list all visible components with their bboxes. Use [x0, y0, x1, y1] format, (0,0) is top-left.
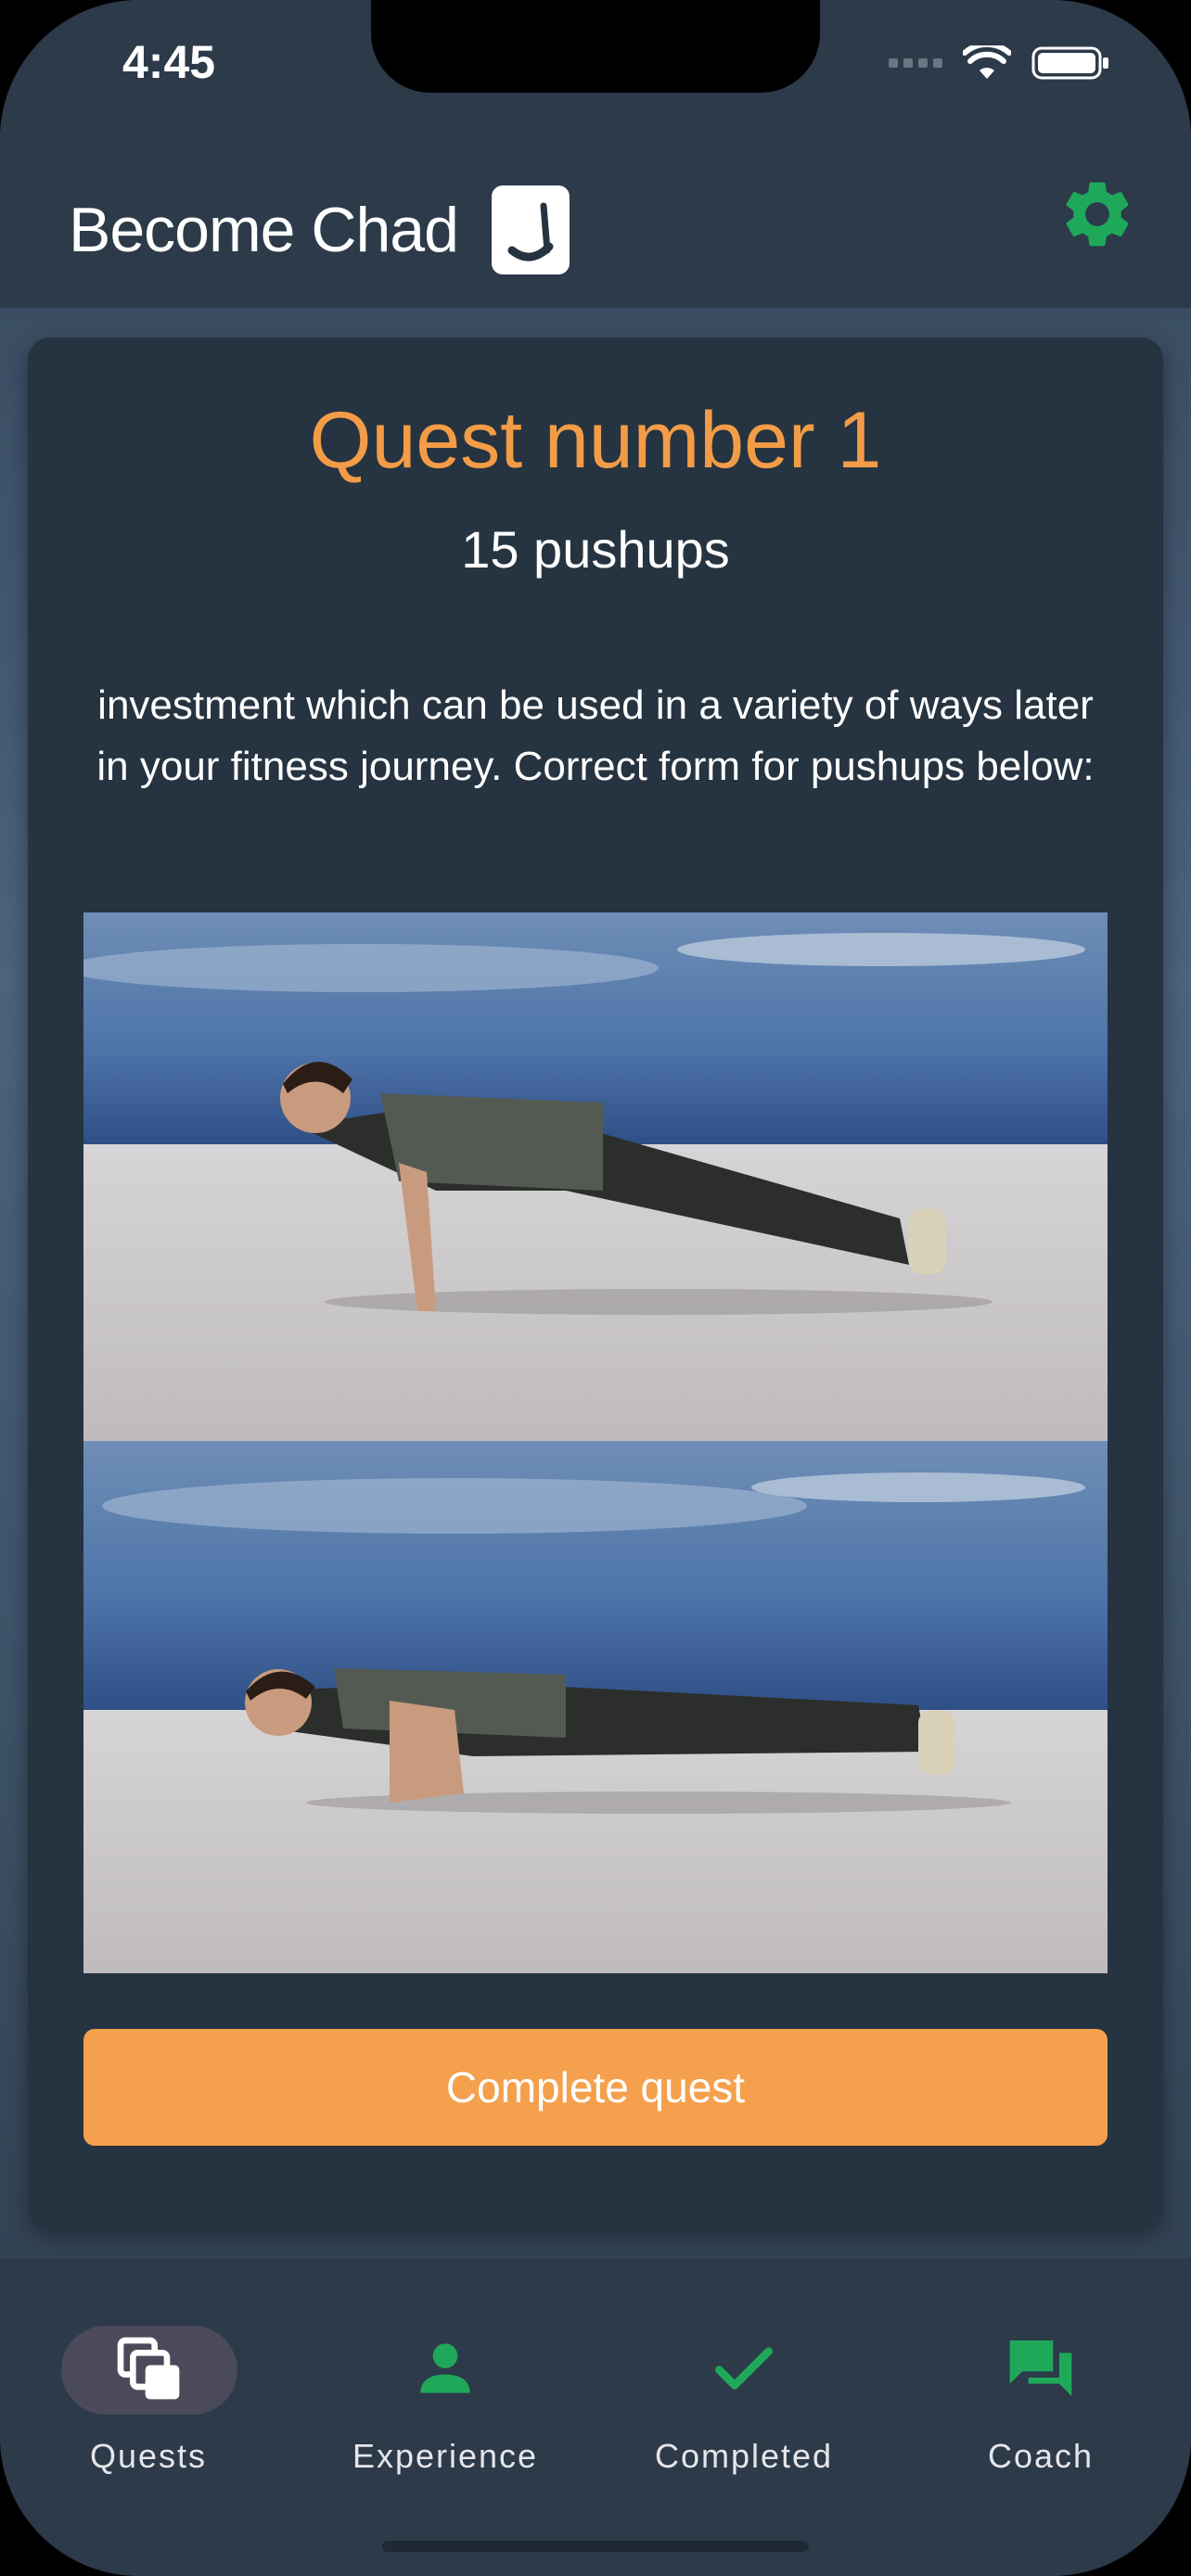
logo-icon	[491, 185, 570, 274]
quest-card: Quest number 1 15 pushups investment whi…	[28, 338, 1163, 2229]
person-icon	[420, 2343, 470, 2393]
status-bar: 4:45	[0, 0, 1191, 139]
battery-icon	[1031, 46, 1108, 80]
complete-quest-button[interactable]: Complete quest	[83, 2029, 1108, 2146]
quest-description: investment which can be used in a variet…	[96, 682, 1095, 789]
brand: Become Chad	[69, 185, 570, 274]
phone-screen: 4:45 Become Chad Quest number 1 15 pushu…	[0, 0, 1191, 2576]
cellular-signal-icon	[889, 58, 942, 68]
nav-item-coach[interactable]: Coach	[929, 2290, 1152, 2476]
status-time: 4:45	[122, 36, 216, 88]
quest-subtitle: 15 pushups	[461, 520, 730, 579]
nav-label-quests: Quests	[89, 2437, 208, 2475]
bottom-navigation: Quests Experience Completed Coach	[0, 2259, 1191, 2576]
gear-icon[interactable]	[1057, 174, 1137, 254]
nav-label-experience: Experience	[352, 2437, 539, 2475]
brand-name: Become Chad	[69, 195, 459, 265]
chat-icon	[1009, 2340, 1072, 2396]
status-icons	[889, 45, 1111, 82]
nav-label-coach: Coach	[987, 2437, 1095, 2475]
home-indicator	[382, 2541, 809, 2552]
notch	[371, 0, 820, 93]
wifi-icon	[963, 45, 1011, 79]
quests-stack-icon	[117, 2337, 180, 2400]
nav-item-experience[interactable]: Experience	[334, 2290, 557, 2476]
app-bar: Become Chad	[0, 139, 1191, 308]
pushup-form-image	[83, 912, 1108, 1973]
check-icon	[715, 2347, 773, 2390]
quest-title: Quest number 1	[309, 396, 882, 485]
nav-item-quests[interactable]: Quests	[37, 2290, 260, 2476]
nav-label-completed: Completed	[654, 2437, 834, 2475]
nav-item-completed[interactable]: Completed	[633, 2290, 855, 2476]
